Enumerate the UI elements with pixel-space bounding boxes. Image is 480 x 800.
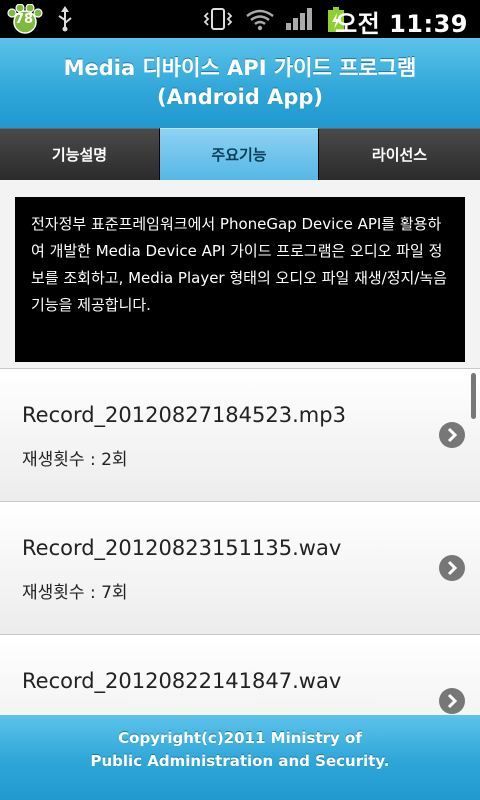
vibrate-icon <box>203 8 233 30</box>
record-play-count: 재생횟수 : 2회 <box>22 450 128 470</box>
tab-features-description[interactable]: 기능설명 <box>0 128 160 180</box>
chevron-right-icon[interactable] <box>438 421 466 449</box>
title-line-1: Media 디바이스 API 가이드 프로그램 <box>63 56 417 80</box>
page-title: Media 디바이스 API 가이드 프로그램 (Android App) <box>0 54 480 112</box>
tab-license[interactable]: 라이선스 <box>319 128 480 180</box>
copyright-line-1: Copyright(c)2011 Ministry of <box>118 729 362 747</box>
record-filename: Record_20120823151135.wav <box>22 536 342 560</box>
app-screen: 78 오전 11:39 Media 디바이스 API 가이드 프로그램 (And… <box>0 0 480 800</box>
list-item[interactable]: Record_20120823151135.wav 재생횟수 : 7회 <box>0 502 480 635</box>
wifi-icon <box>246 9 274 31</box>
record-play-count: 재생횟수 : 7회 <box>22 583 128 603</box>
copyright-line-2: Public Administration and Security. <box>90 752 390 770</box>
app-header: Media 디바이스 API 가이드 프로그램 (Android App) <box>0 38 480 129</box>
title-line-2: (Android App) <box>156 85 324 109</box>
record-filename: Record_20120822141847.wav <box>22 669 342 693</box>
chevron-right-icon[interactable] <box>438 687 466 715</box>
list-item[interactable]: Record_20120822141847.wav <box>0 635 480 715</box>
scrollbar[interactable] <box>471 373 476 419</box>
app-footer: Copyright(c)2011 Ministry of Public Admin… <box>0 715 480 800</box>
usb-icon <box>58 6 72 32</box>
badge-count: 78 <box>15 12 34 27</box>
clock: 오전 11:39 <box>335 10 468 38</box>
tab-main-features[interactable]: 주요기능 <box>160 128 319 180</box>
list-item[interactable]: Record_20120827184523.mp3 재생횟수 : 2회 <box>0 369 480 502</box>
chevron-right-icon[interactable] <box>438 554 466 582</box>
tab-bar: 기능설명 주요기능 라이선스 <box>0 128 480 180</box>
status-bar: 78 오전 11:39 <box>0 0 480 38</box>
copyright-text: Copyright(c)2011 Ministry of Public Admin… <box>0 727 480 773</box>
paw-badge-icon: 78 <box>6 4 44 34</box>
main-content: 전자정부 표준프레임워크에서 PhoneGap Device API를 활용하여… <box>0 180 480 715</box>
description-box: 전자정부 표준프레임워크에서 PhoneGap Device API를 활용하여… <box>15 197 465 362</box>
record-list: Record_20120827184523.mp3 재생횟수 : 2회 Reco… <box>0 368 480 715</box>
signal-icon <box>286 8 312 30</box>
record-filename: Record_20120827184523.mp3 <box>22 403 346 427</box>
